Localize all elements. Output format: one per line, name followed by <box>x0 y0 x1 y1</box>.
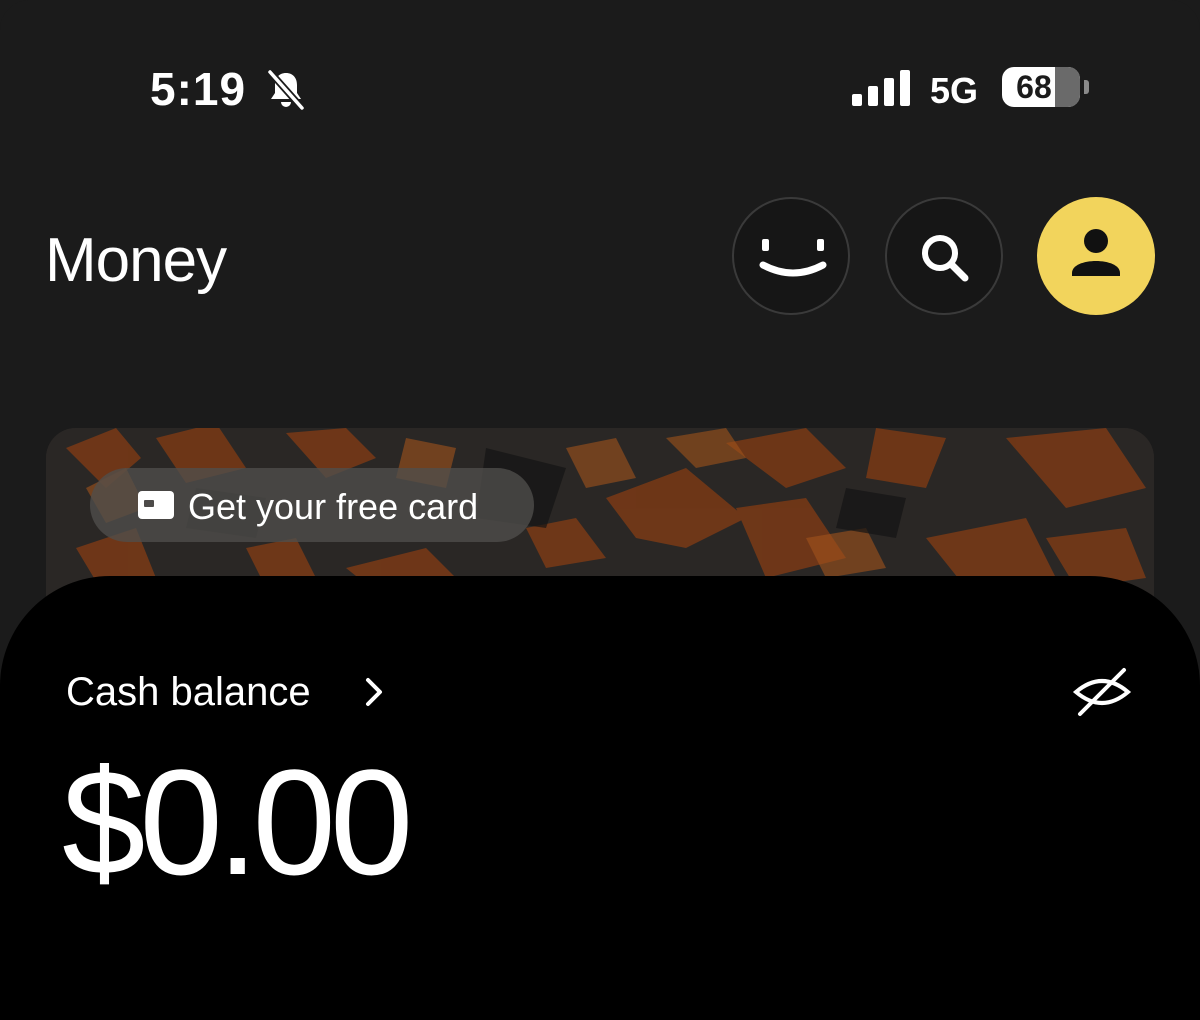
status-bar: 5:19 5G 68 <box>0 0 1200 180</box>
page-title: Money <box>45 226 227 295</box>
promo-label: Get your free card <box>188 486 479 527</box>
search-button[interactable] <box>885 197 1003 315</box>
balance-sheet: Cash balance $0.00 <box>0 576 1200 1020</box>
search-icon <box>922 235 969 282</box>
signal-icon <box>852 70 910 106</box>
network-type: 5G <box>930 70 979 111</box>
money-screen: 5:19 5G 68 Money Get your free card Cash… <box>0 0 1200 1020</box>
cash-balance-link[interactable]: Cash balance <box>66 670 311 715</box>
battery-level: 68 <box>1016 69 1052 105</box>
eye-off-icon[interactable] <box>1070 662 1134 722</box>
support-button[interactable] <box>732 197 850 315</box>
bell-slash-icon <box>267 69 305 111</box>
status-time: 5:19 <box>150 63 247 115</box>
battery-indicator: 68 <box>1002 67 1080 107</box>
battery-nub <box>1084 80 1089 94</box>
smile-icon <box>759 239 827 277</box>
chevron-right-icon[interactable] <box>360 674 388 710</box>
get-free-card-button[interactable]: Get your free card <box>90 468 534 542</box>
profile-button[interactable] <box>1037 197 1155 315</box>
balance-amount: $0.00 <box>62 738 413 906</box>
person-icon <box>1072 229 1120 276</box>
card-icon <box>138 491 174 519</box>
